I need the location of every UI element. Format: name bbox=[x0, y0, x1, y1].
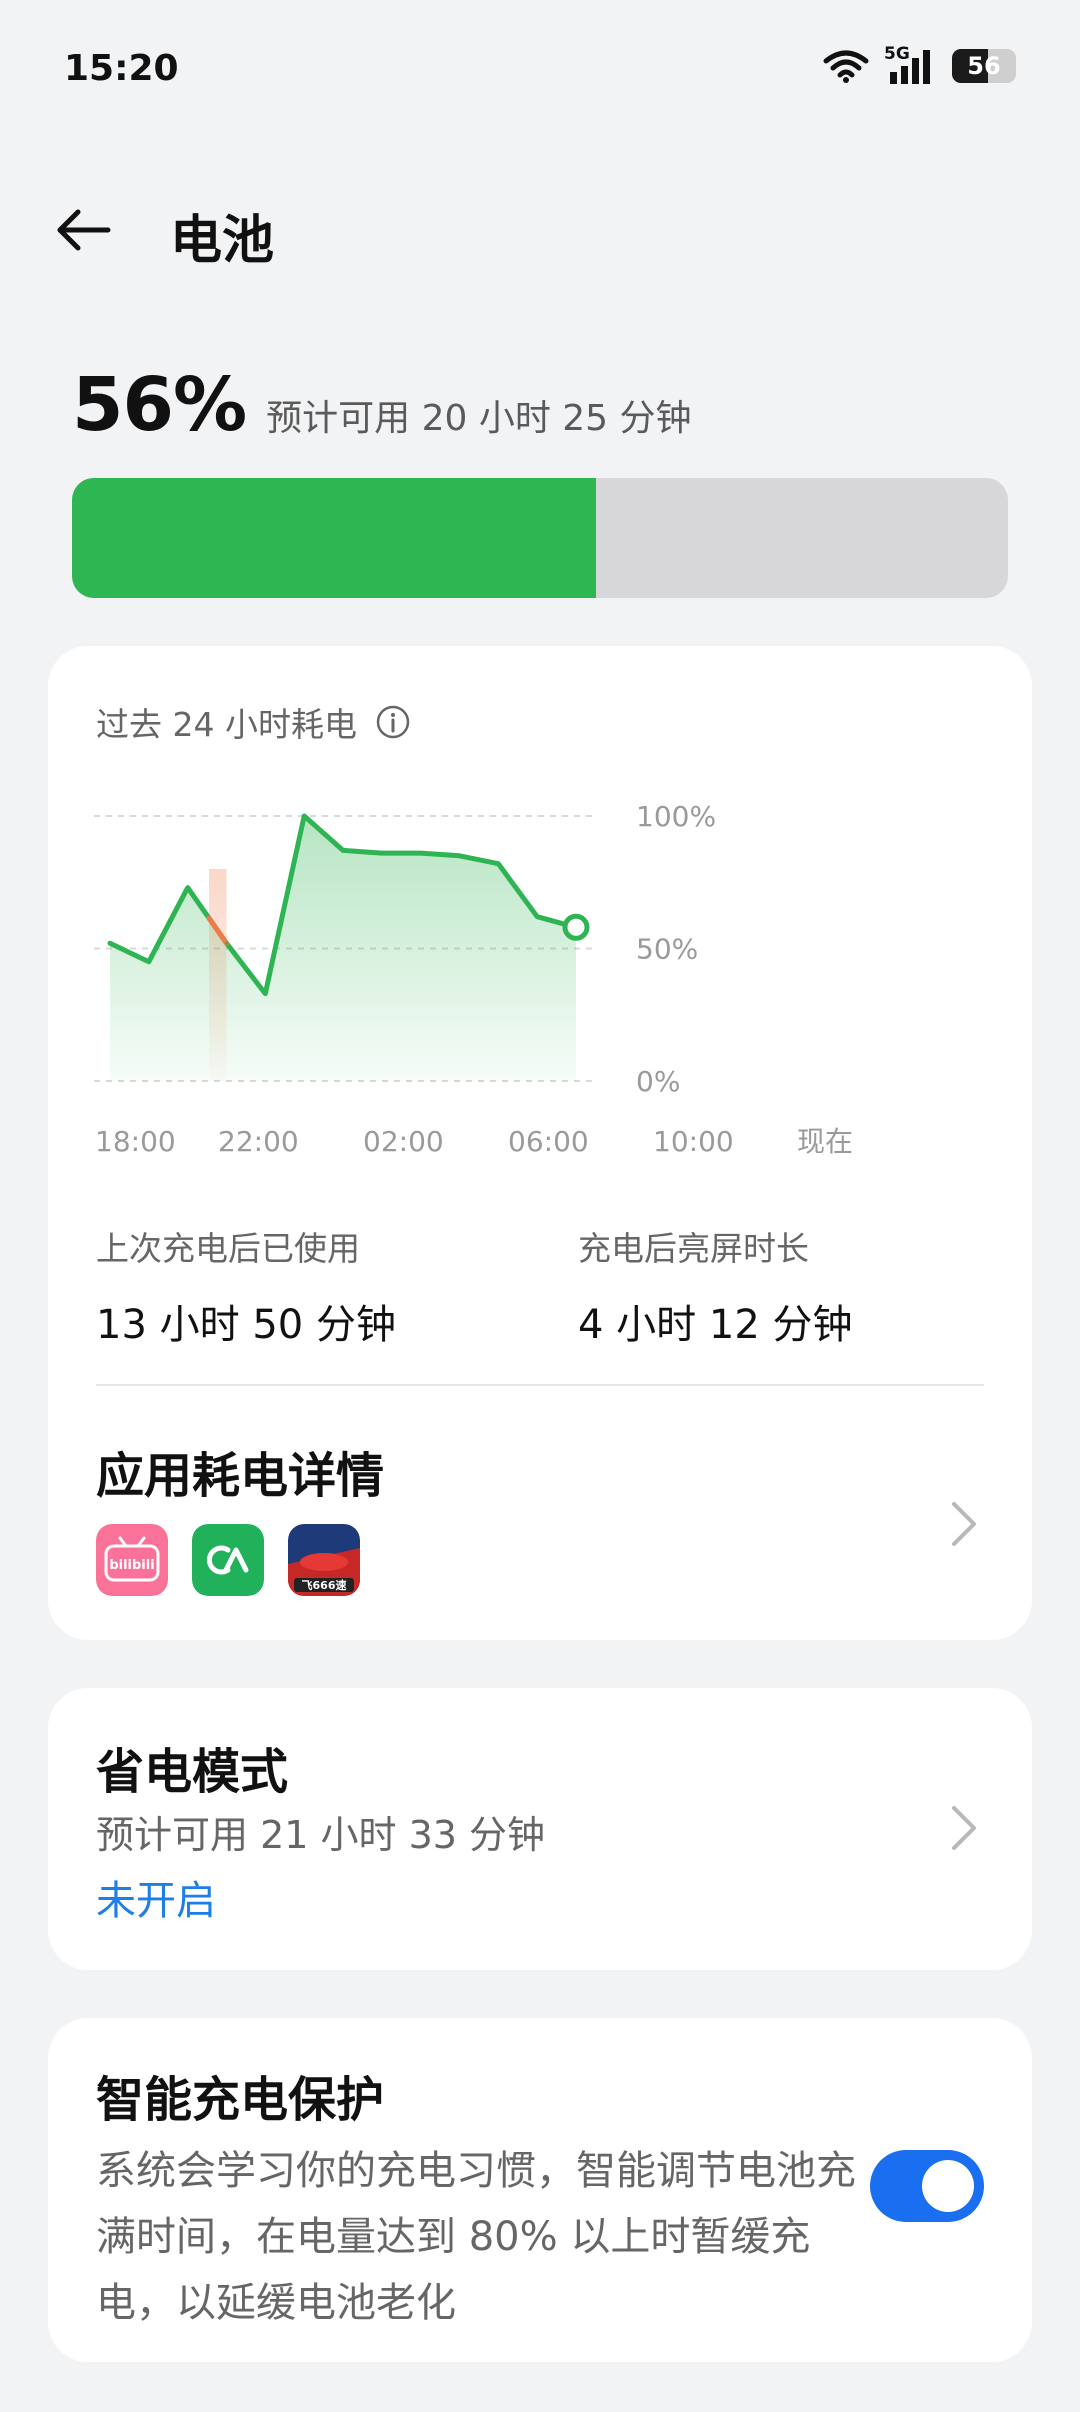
page-header: 电池 bbox=[0, 180, 1080, 280]
arrow-left-icon[interactable] bbox=[52, 198, 116, 262]
stat-screen-on-time: 充电后亮屏时长 4 小时 12 分钟 bbox=[578, 1222, 853, 1350]
app-usage-row[interactable]: 应用耗电详情 bilibili 飞666速 bbox=[48, 1406, 1032, 1640]
smart-charging-title: 智能充电保护 bbox=[96, 2072, 385, 2128]
chart-point bbox=[496, 862, 500, 866]
power-saver-estimate: 预计可用 21 小时 33 分钟 bbox=[96, 1813, 546, 1857]
battery-level-fill bbox=[72, 478, 597, 598]
chart-point bbox=[380, 851, 384, 855]
chart-x-tick-label: 10:00 bbox=[653, 1125, 734, 1158]
stat-label: 上次充电后已使用 bbox=[96, 1229, 360, 1268]
chart-point bbox=[419, 851, 423, 855]
chart-point bbox=[263, 992, 267, 996]
battery-percent: 56% bbox=[72, 362, 247, 448]
app-usage-title: 应用耗电详情 bbox=[96, 1448, 385, 1504]
status-bar: 15:20 5G 56 bbox=[0, 0, 1080, 140]
chart-highlight-band bbox=[209, 869, 227, 1081]
battery-estimate: 预计可用 20 小时 25 分钟 bbox=[266, 398, 692, 439]
chart-point bbox=[458, 854, 461, 858]
toggle-knob bbox=[922, 2160, 974, 2212]
chart-x-tick-label: 06:00 bbox=[508, 1125, 589, 1158]
chart-end-marker bbox=[562, 913, 590, 941]
chart-x-tick-label: 现在 bbox=[797, 1125, 853, 1158]
status-battery-level: 56 bbox=[967, 52, 1001, 80]
bilibili-app-icon: bilibili bbox=[96, 1524, 168, 1596]
chart-header: 过去 24 小时耗电 bbox=[96, 698, 411, 746]
chart-point bbox=[535, 915, 539, 919]
chart-x-tick-label: 18:00 bbox=[95, 1125, 176, 1158]
chart-point bbox=[108, 941, 112, 945]
chart-area bbox=[110, 816, 576, 1081]
chart-point bbox=[302, 814, 306, 818]
stat-label: 充电后亮屏时长 bbox=[578, 1229, 809, 1268]
divider bbox=[96, 1384, 984, 1386]
racing-game-icon: 飞666速 bbox=[288, 1524, 360, 1596]
chart-y-tick-label: 0% bbox=[636, 1065, 680, 1098]
power-saver-card[interactable]: 省电模式 预计可用 21 小时 33 分钟 未开启 bbox=[48, 1688, 1032, 1970]
chart-point bbox=[186, 886, 190, 890]
chart-point bbox=[341, 848, 345, 852]
chart-point bbox=[225, 941, 228, 945]
smart-charging-card: 智能充电保护 系统会学习你的充电习惯，智能调节电池充满时间，在电量达到 80% … bbox=[48, 2018, 1032, 2362]
status-time: 15:20 bbox=[64, 48, 179, 89]
usage-card: 过去 24 小时耗电 100% 50% 0% 18:00 22:00 02:00 06:00… bbox=[48, 646, 1032, 1640]
app-icon-list: bilibili 飞666速 bbox=[96, 1524, 360, 1596]
smart-charging-description: 系统会学习你的充电习惯，智能调节电池充满时间，在电量达到 80% 以上时暂缓充电… bbox=[96, 2148, 856, 2326]
chart-point bbox=[147, 960, 151, 964]
battery-summary: 56% 预计可用 20 小时 25 分钟 bbox=[72, 362, 692, 448]
smart-charging-toggle[interactable] bbox=[870, 2150, 984, 2222]
info-icon[interactable] bbox=[375, 704, 411, 740]
power-saver-title: 省电模式 bbox=[96, 1744, 289, 1800]
chevron-right-icon bbox=[952, 1502, 976, 1546]
page-title: 电池 bbox=[170, 211, 275, 271]
battery-level-bar bbox=[72, 478, 1008, 598]
chart-x-tick-label: 22:00 bbox=[218, 1125, 299, 1158]
chart-title: 过去 24 小时耗电 bbox=[96, 705, 357, 744]
stat-value: 4 小时 12 分钟 bbox=[578, 1302, 853, 1348]
cellular-signal-icon: 5G bbox=[884, 44, 938, 86]
green-app-icon bbox=[192, 1524, 264, 1596]
stat-used-since-charge: 上次充电后已使用 13 小时 50 分钟 bbox=[96, 1222, 396, 1350]
stat-value: 13 小时 50 分钟 bbox=[96, 1302, 396, 1348]
status-icons: 5G 56 bbox=[822, 44, 1016, 86]
wifi-icon bbox=[823, 50, 869, 83]
status-battery-icon: 56 bbox=[952, 49, 1016, 83]
chevron-right-icon bbox=[952, 1806, 976, 1850]
power-saver-status: 未开启 bbox=[96, 1878, 216, 1924]
chart-x-tick-label: 02:00 bbox=[363, 1125, 444, 1158]
chart-y-tick-label: 100% bbox=[636, 800, 716, 833]
chart-y-tick-label: 50% bbox=[636, 933, 698, 966]
usage-chart[interactable]: 100% 50% 0% 18:00 22:00 02:00 06:00 10:00 现在 bbox=[48, 766, 1032, 1246]
bilibili-app-label: bilibili bbox=[109, 1558, 154, 1573]
racing-game-label: 飞666速 bbox=[302, 1578, 347, 1592]
